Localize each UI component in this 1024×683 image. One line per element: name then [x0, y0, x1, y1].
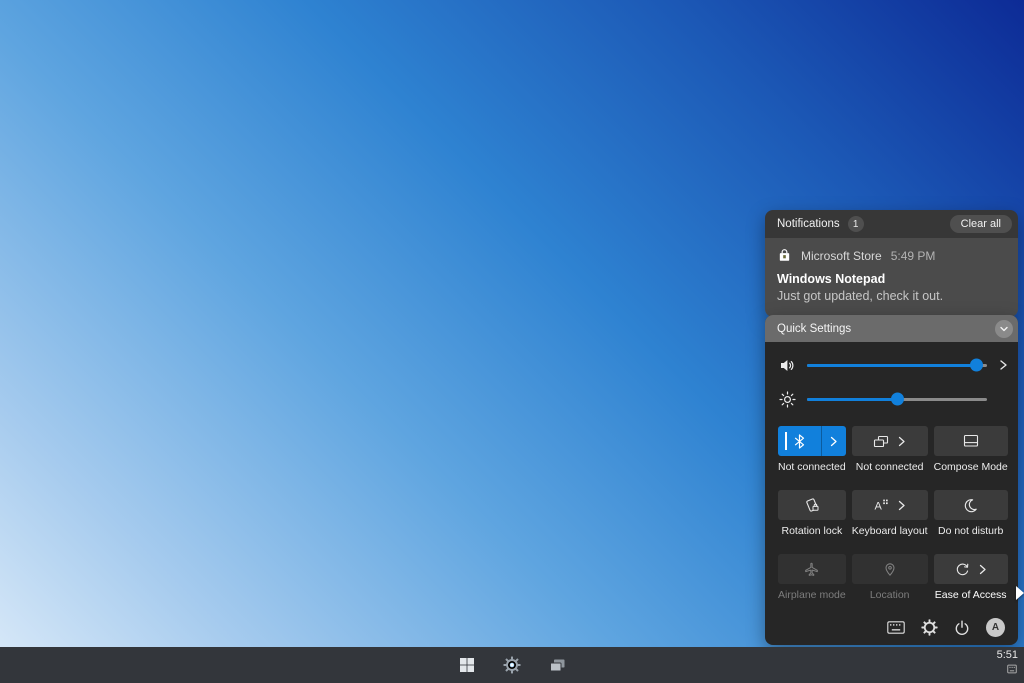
location-tile[interactable]: [852, 554, 928, 584]
quick-action-ease-of-access: Ease of Access: [934, 554, 1008, 601]
notification-app-name: Microsoft Store: [801, 249, 882, 263]
taskbar-clock[interactable]: 5:51: [997, 649, 1018, 662]
notification-center: Notifications 1 Clear all Microsoft Stor…: [765, 210, 1018, 317]
chevron-down-icon: [999, 324, 1009, 334]
notifications-count-badge: 1: [848, 216, 864, 232]
quick-settings-header: Quick Settings: [765, 315, 1018, 342]
keyboard-layout-icon: A: [873, 497, 889, 513]
do-not-disturb-tile[interactable]: [934, 490, 1008, 520]
airplane-mode-tile[interactable]: [778, 554, 846, 584]
quick-action-location: Location: [852, 554, 928, 601]
system-tray[interactable]: 5:51: [997, 649, 1018, 675]
volume-slider-thumb[interactable]: [970, 359, 983, 372]
quick-action-bluetooth: Not connected: [778, 426, 846, 473]
power-icon[interactable]: [954, 620, 970, 636]
brightness-slider[interactable]: [807, 398, 987, 401]
taskbar-window-stack-app[interactable]: [544, 652, 570, 678]
speaker-icon: [777, 357, 797, 374]
bluetooth-tile[interactable]: [778, 426, 846, 456]
taskbar-settings-app[interactable]: [499, 652, 525, 678]
brightness-slider-row: [777, 388, 1010, 410]
quick-actions-grid: Not connected Not connected: [778, 426, 1005, 601]
svg-text:A: A: [875, 501, 883, 513]
settings-gear-icon: [503, 656, 521, 674]
account-avatar[interactable]: A: [986, 618, 1005, 637]
focus-caret: [785, 432, 787, 450]
tray-keyboard-icon[interactable]: [1006, 663, 1018, 675]
quick-action-rotation-lock: Rotation lock: [778, 490, 846, 537]
keyboard-layout-tile[interactable]: A: [852, 490, 928, 520]
brightness-slider-thumb[interactable]: [891, 393, 904, 406]
bluetooth-expand-chevron[interactable]: [821, 426, 846, 456]
collapse-button[interactable]: [995, 320, 1013, 338]
start-button[interactable]: [454, 652, 480, 678]
tile-label: Not connected: [778, 461, 846, 473]
settings-gear-icon[interactable]: [921, 619, 938, 636]
keyboard-layout-expand-chevron[interactable]: [898, 500, 906, 511]
display-connect-icon: [873, 434, 889, 449]
mouse-cursor: [1016, 586, 1024, 600]
notifications-title: Notifications: [777, 218, 840, 230]
airplane-icon: [804, 562, 819, 577]
moon-icon: [963, 498, 978, 513]
notification-timestamp: 5:49 PM: [891, 249, 936, 263]
quick-action-do-not-disturb: Do not disturb: [934, 490, 1008, 537]
taskbar: 5:51: [0, 647, 1024, 683]
tile-label: Compose Mode: [934, 461, 1008, 473]
quick-action-compose-mode: Compose Mode: [934, 426, 1008, 473]
quick-settings-title: Quick Settings: [777, 323, 851, 335]
display-connect-tile[interactable]: [852, 426, 928, 456]
ease-of-access-icon: [955, 562, 970, 577]
windows-logo-icon: [459, 657, 475, 673]
volume-expand-chevron[interactable]: [996, 359, 1010, 371]
rotation-lock-tile[interactable]: [778, 490, 846, 520]
quick-settings-footer: A: [887, 618, 1005, 637]
ease-of-access-tile[interactable]: [934, 554, 1008, 584]
notification-item[interactable]: Microsoft Store 5:49 PM Windows Notepad …: [765, 238, 1018, 317]
notification-body: Just got updated, check it out.: [777, 289, 1006, 303]
volume-slider[interactable]: [807, 364, 987, 367]
microsoft-store-icon: [777, 248, 792, 263]
quick-action-airplane-mode: Airplane mode: [778, 554, 846, 601]
tile-label: Location: [870, 589, 910, 601]
notifications-header: Notifications 1 Clear all: [765, 210, 1018, 238]
notification-title: Windows Notepad: [777, 272, 1006, 286]
location-pin-icon: [883, 562, 897, 577]
brightness-sun-icon: [777, 391, 797, 408]
tile-label: Keyboard layout: [852, 525, 928, 537]
ease-of-access-expand-chevron[interactable]: [979, 564, 987, 575]
volume-slider-row: [777, 354, 1010, 376]
compose-mode-tile[interactable]: [934, 426, 1008, 456]
tile-label: Airplane mode: [778, 589, 846, 601]
tile-label: Do not disturb: [938, 525, 1003, 537]
quick-action-keyboard-layout: A Keyboard layout: [852, 490, 928, 537]
compose-mode-icon: [963, 434, 979, 448]
rotation-lock-icon: [804, 497, 820, 513]
quick-action-display: Not connected: [852, 426, 928, 473]
keyboard-icon[interactable]: [887, 621, 905, 634]
clear-all-button[interactable]: Clear all: [950, 215, 1012, 233]
quick-settings-panel: Quick Settings: [765, 315, 1018, 645]
display-expand-chevron[interactable]: [898, 436, 906, 447]
tile-label: Not connected: [856, 461, 924, 473]
tile-label: Rotation lock: [782, 525, 843, 537]
tile-label: Ease of Access: [935, 589, 1007, 601]
window-stack-icon: [549, 658, 566, 673]
